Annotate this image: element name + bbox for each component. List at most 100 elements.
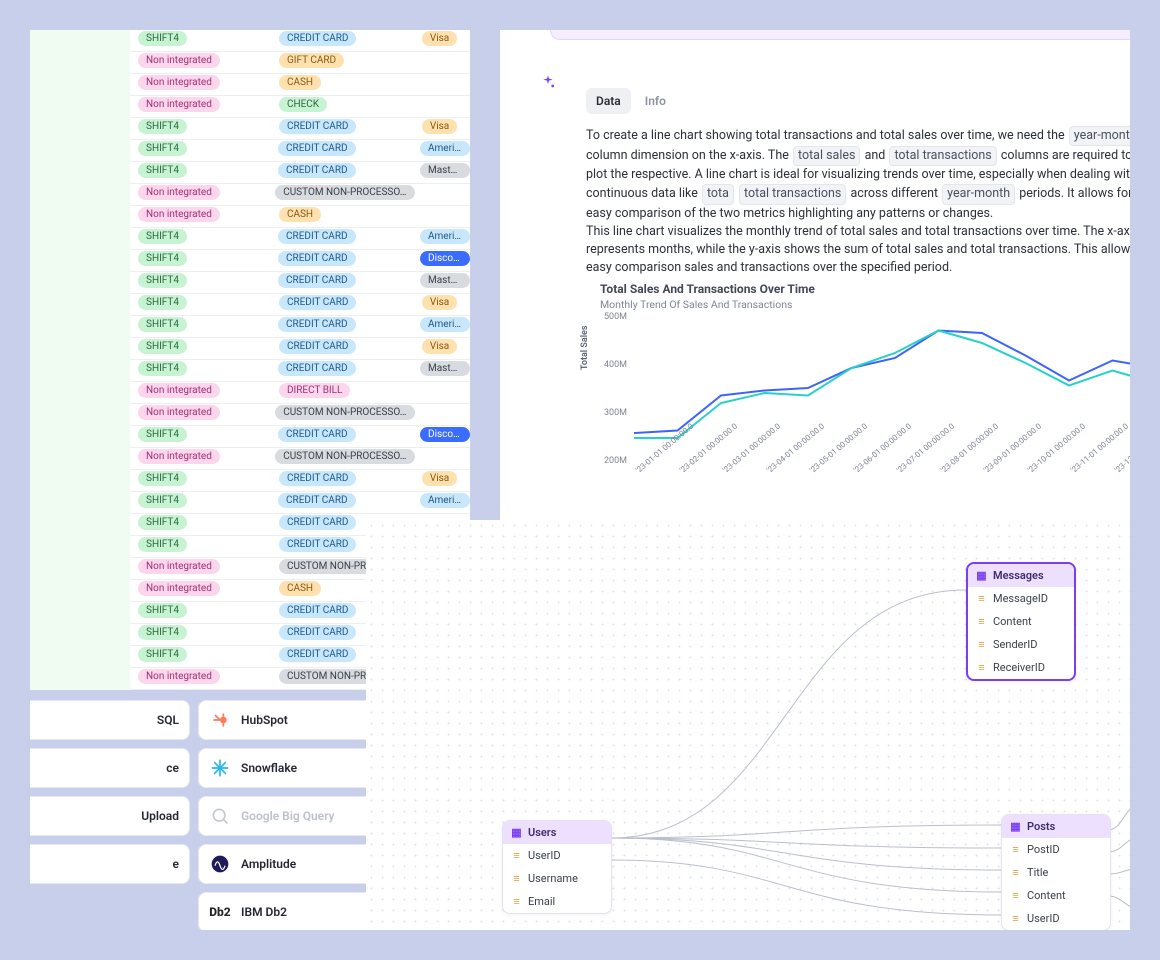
table-row[interactable]: SHIFT4CREDIT CARDDiscover (130, 250, 470, 272)
chart-series-line (634, 331, 1130, 439)
pill-credit: CREDIT CARD (278, 229, 356, 244)
table-row[interactable]: SHIFT4CREDIT CARDVisa (130, 470, 470, 492)
pill-nonint: Non integrated (138, 669, 220, 684)
tab-info[interactable]: Info (635, 88, 676, 114)
schema-diagram[interactable]: ▦Messages ≡MessageID ≡Content ≡SenderID … (366, 520, 1130, 930)
pill-custom: CUSTOM NON-PROCESSO... (275, 405, 415, 420)
pill-master: Master C (420, 273, 470, 288)
table-row[interactable]: SHIFT4CREDIT CARDAmerica (130, 492, 470, 514)
field-label: MessageID (993, 592, 1048, 605)
connector-card[interactable]: SQL (30, 700, 190, 740)
chip-total-transactions-2: total transactions (739, 184, 846, 204)
connector-label: HubSpot (241, 713, 288, 727)
pill-nonint: Non integrated (138, 75, 220, 90)
field-label: SenderID (993, 638, 1037, 651)
amplitude-icon (209, 853, 231, 875)
pill-nonint: Non integrated (138, 449, 220, 464)
table-row[interactable]: SHIFT4CREDIT CARDVisa (130, 294, 470, 316)
table-row[interactable]: Non integratedGIFT CARD (130, 52, 470, 74)
chip-total-transactions: total transactions (889, 146, 996, 166)
field-label: PostID (1027, 843, 1060, 856)
connector-label: IBM Db2 (241, 905, 287, 919)
pill-check: CHECK (279, 97, 327, 112)
column-icon: ≡ (976, 616, 987, 627)
pill-nonint: Non integrated (138, 207, 220, 222)
chip-total-sales: total sales (793, 146, 861, 166)
chip-year-month: year-month (1069, 126, 1130, 146)
pill-cash: CASH (279, 581, 321, 596)
node-title: Posts (1027, 820, 1055, 833)
field-label: Title (1027, 866, 1048, 879)
pill-credit: CREDIT CARD (278, 361, 356, 376)
connector-card[interactable]: Upload (30, 796, 190, 836)
pill-master: Master C (420, 163, 470, 178)
field-label: Email (528, 895, 555, 908)
table-row[interactable]: SHIFT4CREDIT CARDAmerica (130, 316, 470, 338)
pill-shift4: SHIFT4 (138, 471, 187, 486)
pill-shift4: SHIFT4 (138, 163, 187, 178)
column-icon: ≡ (1010, 890, 1021, 901)
node-title: Users (528, 826, 556, 839)
table-icon: ▦ (511, 827, 522, 838)
chart-title: Total Sales And Transactions Over Time (600, 282, 815, 296)
table-row[interactable]: SHIFT4CREDIT CARDVisa (130, 30, 470, 52)
pill-credit: CREDIT CARD (278, 317, 356, 332)
column-icon: ≡ (1010, 913, 1021, 924)
node-posts[interactable]: ▦Posts ≡PostID ≡Title ≡Content ≡UserID (1001, 814, 1111, 930)
node-messages[interactable]: ▦Messages ≡MessageID ≡Content ≡SenderID … (966, 562, 1076, 681)
field-label: Username (528, 872, 578, 885)
chart-series-line (634, 331, 1130, 434)
column-icon: ≡ (976, 593, 987, 604)
table-row[interactable]: Non integratedCHECK (130, 96, 470, 118)
field-label: Content (993, 615, 1032, 628)
column-icon: ≡ (1010, 844, 1021, 855)
line-chart (586, 308, 1130, 508)
pill-custom: CUSTOM NON-PROCESSO... (275, 449, 415, 464)
pill-americ: America (420, 317, 470, 332)
table-row[interactable]: SHIFT4CREDIT CARDMaster C (130, 162, 470, 184)
pill-gift: GIFT CARD (279, 53, 344, 68)
table-row[interactable]: Non integratedCASH (130, 74, 470, 96)
snowflake-icon (209, 757, 231, 779)
table-row[interactable]: SHIFT4CREDIT CARDVisa (130, 118, 470, 140)
table-row[interactable]: Non integratedCASH (130, 206, 470, 228)
prompt-bubble (550, 30, 1130, 40)
pill-nonint: Non integrated (138, 185, 220, 200)
pill-nonint: Non integrated (138, 581, 220, 596)
table-row[interactable]: SHIFT4CREDIT CARDMaster C (130, 360, 470, 382)
table-row[interactable]: Non integratedDIRECT BILL (130, 382, 470, 404)
bigquery-icon (209, 805, 231, 827)
pill-shift4: SHIFT4 (138, 141, 187, 156)
pill-visa: Visa (422, 31, 457, 46)
table-row[interactable]: SHIFT4 CREDIT CARD America (130, 140, 470, 162)
column-icon: ≡ (976, 662, 987, 673)
table-row[interactable]: SHIFT4CREDIT CARDDiscover (130, 426, 470, 448)
pill-credit: CREDIT CARD (278, 141, 356, 156)
pill-nonint: Non integrated (138, 405, 220, 420)
pill-credit: CREDIT CARD (278, 427, 356, 442)
tab-data[interactable]: Data (586, 88, 631, 114)
pill-visa: Visa (422, 119, 457, 134)
pill-shift4: SHIFT4 (138, 31, 187, 46)
connector-card[interactable]: e (30, 844, 190, 884)
pill-shift4: SHIFT4 (138, 427, 187, 442)
table-row[interactable]: SHIFT4CREDIT CARDVisa (130, 338, 470, 360)
db2-icon: Db2 (209, 901, 231, 923)
pill-americ: America (420, 141, 470, 156)
connector-card[interactable]: ce (30, 748, 190, 788)
table-row[interactable]: Non integrated CUSTOM NON-PROCESSO... (130, 448, 470, 470)
pill-credit: CREDIT CARD (279, 647, 357, 662)
field-label: Content (1027, 889, 1066, 902)
pill-shift4: SHIFT4 (138, 229, 187, 244)
table-row[interactable]: SHIFT4CREDIT CARDMaster C (130, 272, 470, 294)
sparkle-icon (540, 74, 556, 90)
table-row[interactable]: Non integratedCUSTOM NON-PROCESSO... (130, 184, 470, 206)
analysis-panel: Data Info To create a line chart showing… (500, 30, 1130, 520)
pill-shift4: SHIFT4 (138, 515, 187, 530)
node-users[interactable]: ▦Users ≡UserID ≡Username ≡Email (502, 820, 612, 914)
table-row[interactable]: SHIFT4CREDIT CARDAmerica (130, 228, 470, 250)
connector-label: e (173, 857, 179, 871)
table-row[interactable]: Non integrated CUSTOM NON-PROCESSO... (130, 404, 470, 426)
table-icon: ▦ (976, 570, 987, 581)
pill-shift4: SHIFT4 (138, 273, 187, 288)
